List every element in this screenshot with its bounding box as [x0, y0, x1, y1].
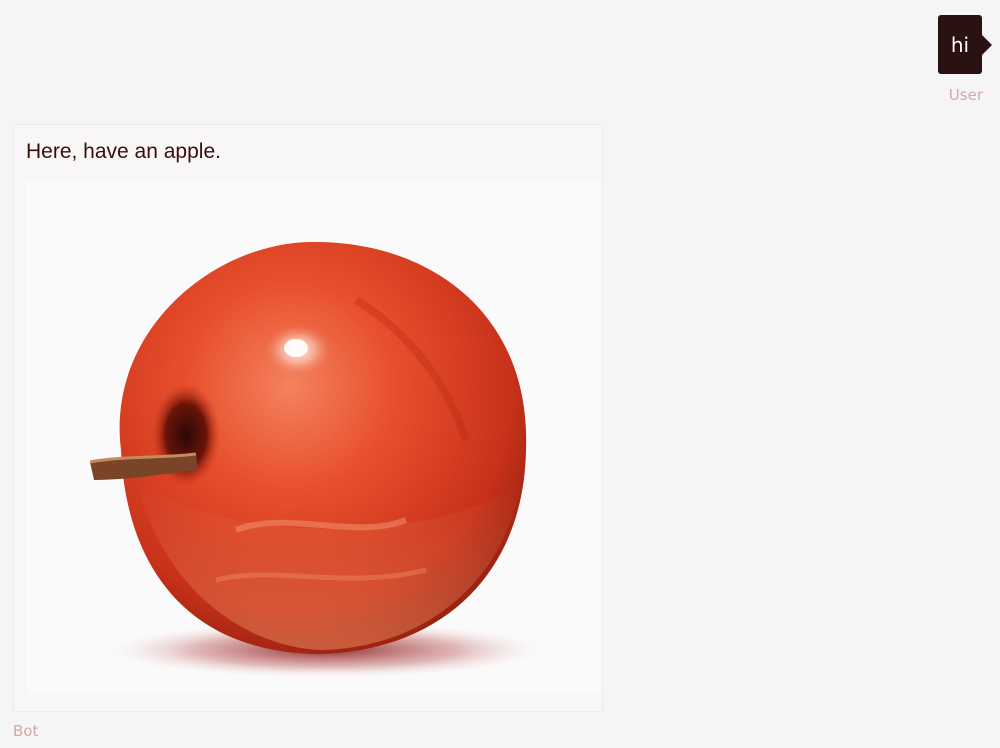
apple-image[interactable]: [26, 180, 602, 694]
user-sender-label: User: [948, 86, 983, 104]
bot-sender-label: Bot: [13, 722, 39, 740]
user-message-bubble[interactable]: hi: [938, 15, 992, 74]
apple-illustration: [89, 241, 546, 678]
bot-message-text: Here, have an apple.: [26, 140, 221, 163]
user-message-text: hi: [950, 32, 970, 57]
chat-transcript: hi User Here, have an apple. Bot: [0, 0, 1000, 748]
